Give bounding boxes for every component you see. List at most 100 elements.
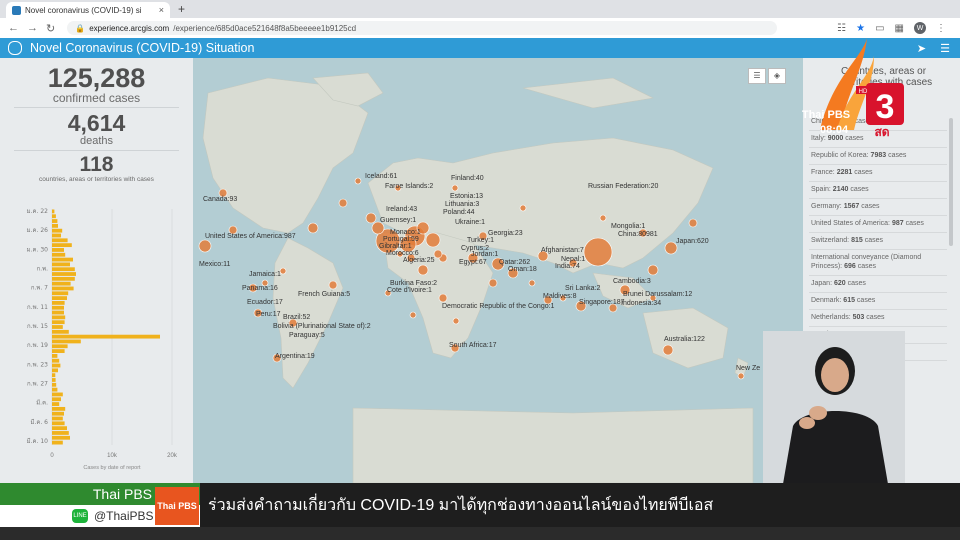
country-case-unit: cases [854,297,876,304]
country-name: Spain: [811,186,833,193]
case-bubble[interactable] [328,280,338,290]
hamburger-menu-icon[interactable]: ☰ [940,42,950,55]
epi-bar [52,416,63,421]
country-list-item[interactable]: Spain: 2140 cases [809,182,947,199]
map-label: Estonia:13 [450,193,483,200]
cast-icon[interactable]: ▭ [875,23,884,34]
case-bubble[interactable] [599,214,607,222]
case-bubble[interactable] [737,372,745,380]
lock-icon: 🔒 [75,23,86,33]
epi-bar [52,349,65,353]
countries-count: 118 [79,153,114,176]
country-case-count: 2140 [832,186,849,193]
case-bubble[interactable] [438,293,448,303]
menu-dots-icon[interactable]: ⋮ [936,23,946,34]
address-bar-row: ← → ↻ 🔒 experience.arcgis.com/experience… [0,18,960,39]
map-label: Turkey:1 [467,237,494,244]
country-list-item[interactable]: United States of America: 987 cases [809,216,947,233]
country-case-unit: cases [845,280,866,287]
y-tick-label: ก.พ. 19 [27,342,48,349]
map-label: Morocco:6 [386,250,419,257]
case-bubble[interactable] [519,204,527,212]
country-case-count: 815 [851,237,863,244]
browser-tab[interactable]: Novel coronavirus (COVID-19) si × [6,2,170,18]
epi-bar [52,382,57,387]
new-tab-button[interactable]: + [178,2,185,16]
profile-avatar[interactable]: W [914,22,926,34]
case-bubble[interactable] [433,249,443,259]
back-icon[interactable]: ← [8,22,19,35]
forward-icon[interactable]: → [27,22,38,35]
epi-bar [52,435,70,440]
case-bubble[interactable] [338,198,348,208]
map-label: Sri Lanka:2 [565,285,601,292]
epi-bar [52,267,75,272]
case-bubble[interactable] [647,264,659,276]
case-bubble[interactable] [451,184,459,192]
tab-title: Novel coronavirus (COVID-19) si [25,5,142,15]
country-list-item[interactable]: Germany: 1567 cases [809,199,947,216]
map-label: Lithuania:3 [445,201,479,208]
map-label: Georgia:23 [488,230,523,237]
bookmark-star-icon[interactable]: ★ [856,23,865,34]
map-label: Australia:122 [664,336,705,343]
country-list[interactable]: China: 80981 casesItaly: 9000 casesRepub… [809,114,947,361]
country-case-count: 615 [843,297,855,304]
country-list-scrollbar[interactable] [949,118,953,246]
translate-icon[interactable]: ☷ [837,23,846,34]
landmasses [202,72,754,483]
epi-bar [52,406,66,411]
case-bubble[interactable] [662,344,674,356]
case-bubble[interactable] [488,278,498,288]
case-bubble[interactable] [417,264,429,276]
epi-bar [52,358,60,363]
case-bubble[interactable] [307,222,319,234]
y-tick-label: มี.ค. 6 [30,418,48,426]
country-list-item[interactable]: Denmark: 615 cases [809,293,947,310]
country-case-unit: cases [862,237,883,244]
map-svg[interactable]: Iceland:61 Finland:40 Faroe Islands:2 Russi… [193,58,803,483]
y-tick-label: ม.ค. 30 [27,246,49,253]
epi-bar [52,286,74,291]
map-label: Ireland:43 [386,206,417,213]
map-label: Brunei Darussalam:12 [623,291,692,298]
map-label: Cote d'Ivoire:1 [387,287,432,294]
x-tick-label: 0 [50,453,54,459]
basemap-layers-icon[interactable]: ◈ [768,68,786,84]
cursor-icon: ➤ [916,42,927,55]
country-list-item[interactable]: Republic of Korea: 7983 cases [809,148,947,165]
world-map[interactable]: Iceland:61 Finland:40 Faroe Islands:2 Russi… [193,58,803,483]
case-bubble[interactable] [688,218,698,228]
country-name: Germany: [811,203,844,210]
country-list-item[interactable]: Netherlands: 503 cases [809,310,947,327]
case-bubble[interactable] [198,239,212,253]
case-bubble[interactable] [425,232,441,248]
epi-bar [52,411,64,416]
close-tab-icon[interactable]: × [159,5,164,15]
case-bubble[interactable] [452,317,460,325]
country-list-item[interactable]: Japan: 620 cases [809,276,947,293]
map-label: Qatar:262 [499,259,530,266]
epi-bar [52,315,66,320]
epi-bar [52,209,55,214]
map-label: French Guiana:5 [298,291,350,298]
case-bubble[interactable] [528,279,536,287]
reload-icon[interactable]: ↻ [46,22,55,35]
url-field[interactable]: 🔒 experience.arcgis.com/experience/685d0… [67,21,778,35]
epi-bar [52,281,71,286]
case-bubble[interactable] [354,177,362,185]
extension-icon[interactable]: ▦ [895,23,904,34]
list-view-icon[interactable]: ☰ [748,68,766,84]
case-bubble[interactable] [409,311,417,319]
epi-bar [52,353,58,358]
case-bubble[interactable] [365,212,377,224]
epi-bar [52,301,65,305]
country-list-item[interactable]: International conveyance (Diamond Prince… [809,250,947,276]
case-bubble[interactable] [583,237,613,267]
map-label: Canada:93 [203,196,237,203]
deaths-count: 4,614 [67,110,126,136]
epi-bar [52,262,70,267]
country-list-item[interactable]: France: 2281 cases [809,165,947,182]
country-list-item[interactable]: Switzerland: 815 cases [809,233,947,250]
country-case-count: 2281 [836,169,853,176]
